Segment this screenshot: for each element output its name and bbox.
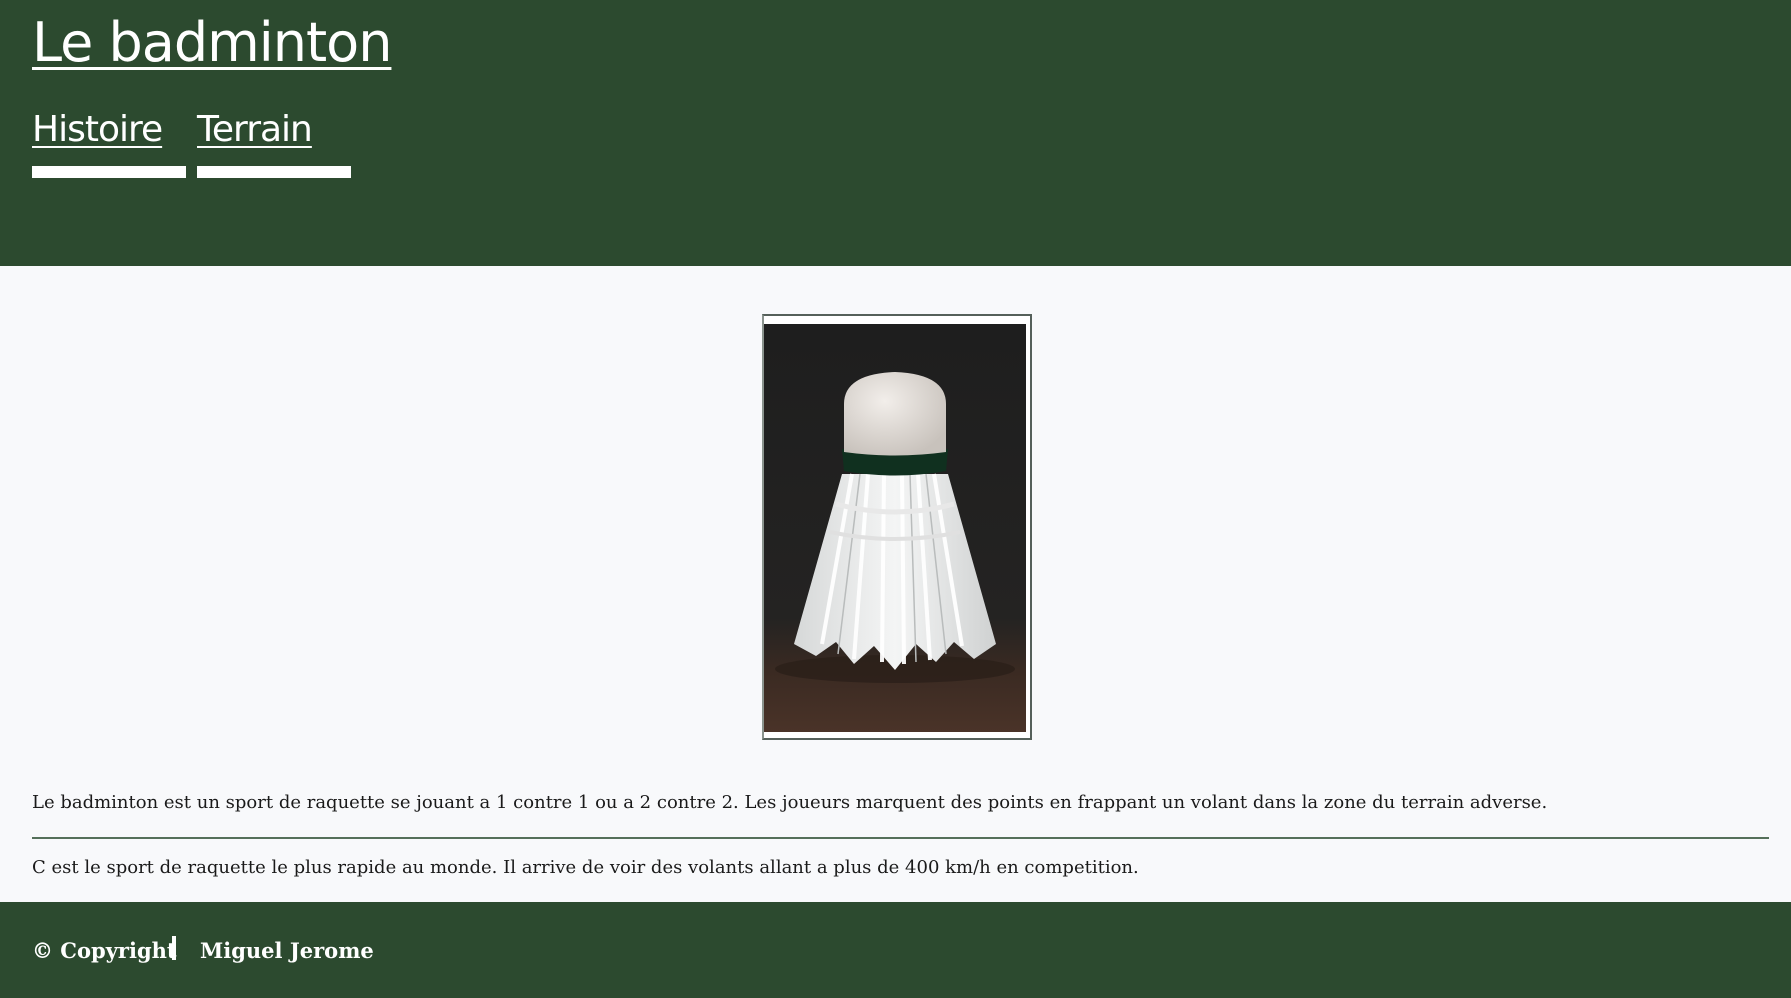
- site-header: Le badminton Histoire Terrain: [0, 0, 1791, 266]
- main-nav: Histoire Terrain: [32, 106, 351, 178]
- main-content: Le badminton est un sport de raquette se…: [0, 266, 1791, 902]
- nav-link-terrain[interactable]: Terrain: [197, 106, 351, 166]
- nav-indicator-bar: [32, 166, 186, 178]
- copyright-text: © Copyright: [32, 938, 177, 963]
- author-name: Miguel Jerome: [200, 938, 374, 963]
- nav-item-histoire[interactable]: Histoire: [32, 106, 186, 178]
- section-divider: [32, 837, 1769, 839]
- nav-link-histoire[interactable]: Histoire: [32, 106, 186, 166]
- nav-item-terrain[interactable]: Terrain: [197, 106, 351, 178]
- intro-paragraph: Le badminton est un sport de raquette se…: [32, 792, 1548, 813]
- site-title-link[interactable]: Le badminton: [32, 8, 392, 78]
- speed-paragraph: C est le sport de raquette le plus rapid…: [32, 857, 1139, 878]
- shuttlecock-figure: [762, 314, 1032, 740]
- nav-indicator-bar: [197, 166, 351, 178]
- shuttlecock-photo: [764, 324, 1026, 732]
- site-footer: © Copyright Miguel Jerome: [0, 902, 1791, 998]
- footer-separator: [172, 936, 176, 960]
